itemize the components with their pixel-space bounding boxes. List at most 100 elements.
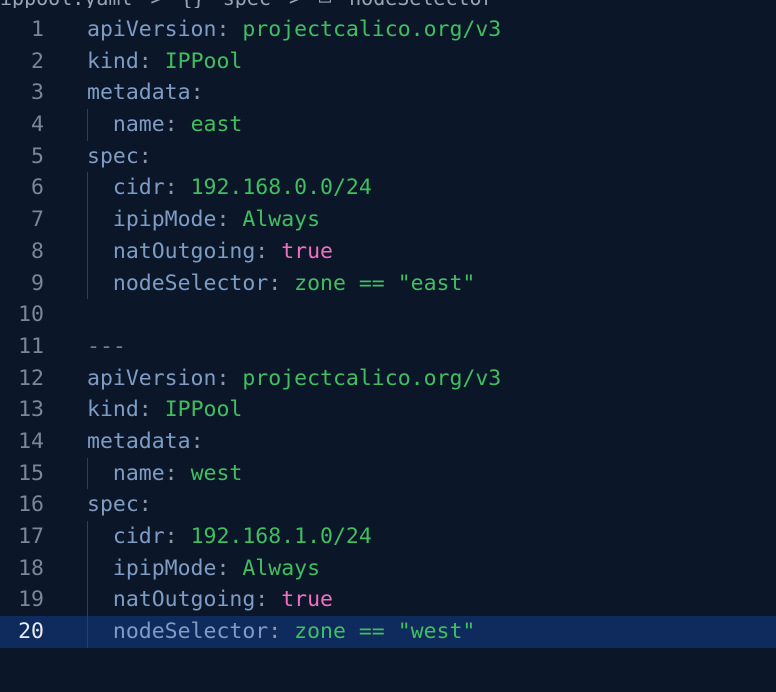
line-number: 11 — [18, 333, 44, 359]
code-line[interactable]: 3 metadata: — [0, 77, 776, 109]
code-content: ipipMode: Always — [87, 204, 320, 236]
yaml-value: true — [281, 238, 333, 264]
yaml-value: IPPool — [164, 397, 243, 423]
code-editor[interactable]: ippool.yaml > {} spec > ▭ nodeSelector 1… — [0, 0, 776, 692]
braces-icon: {} — [181, 0, 205, 8]
yaml-key: apiVersion — [87, 17, 217, 42]
indentation — [87, 112, 113, 137]
code-content: cidr: 192.168.0.0/24 — [87, 172, 372, 204]
code-content: kind: IPPool — [87, 394, 242, 426]
yaml-value: Always — [242, 555, 321, 581]
indentation — [87, 619, 113, 644]
yaml-value: Always — [242, 207, 321, 233]
yaml-colon: : — [164, 460, 178, 486]
yaml-colon: : — [216, 555, 230, 581]
code-content: cidr: 192.168.1.0/24 — [87, 521, 372, 553]
code-line[interactable]: 4 name: east — [0, 109, 776, 141]
breadcrumb-separator: > — [289, 0, 301, 8]
line-number: 17 — [18, 524, 44, 549]
yaml-key: name — [112, 112, 165, 138]
yaml-colon: : — [164, 175, 178, 201]
code-line[interactable]: 15 name: west — [0, 457, 776, 490]
breadcrumb-file[interactable]: ippool.yaml — [0, 0, 132, 8]
yaml-colon: : — [138, 492, 152, 518]
yaml-colon: : — [164, 112, 178, 138]
code-line[interactable]: 10 — [0, 299, 776, 331]
code-line[interactable]: 9 nodeSelector: zone == "east" — [0, 267, 776, 300]
code-content: nodeSelector: zone == "west" — [87, 616, 475, 648]
code-line[interactable]: 13 kind: IPPool — [0, 394, 776, 426]
code-line[interactable]: 20 nodeSelector: zone == "west" — [0, 616, 776, 648]
line-number: 14 — [18, 428, 44, 454]
line-number: 4 — [31, 112, 44, 138]
line-number: 16 — [18, 492, 44, 518]
line-number: 12 — [18, 365, 44, 391]
line-number: 18 — [18, 555, 44, 581]
code-content: nodeSelector: zone == "east" — [87, 268, 475, 300]
code-line[interactable]: 12 apiVersion: projectcalico.org/v3 — [0, 363, 776, 395]
yaml-value: 192.168.1.0/24 — [190, 524, 372, 549]
code-content: name: west — [87, 458, 242, 490]
yaml-key: apiVersion — [87, 365, 217, 391]
code-line[interactable]: 16 spec: — [0, 489, 776, 521]
line-number: 10 — [18, 302, 44, 328]
code-line[interactable]: 7 ipipMode: Always — [0, 204, 776, 236]
code-content: --- — [87, 331, 126, 363]
indentation — [87, 587, 113, 612]
code-content: natOutgoing: true — [87, 236, 333, 268]
yaml-key: natOutgoing — [112, 587, 256, 613]
yaml-key: kind — [87, 48, 139, 74]
code-line[interactable]: 1 apiVersion: projectcalico.org/v3 — [0, 14, 776, 46]
yaml-key: spec — [87, 143, 139, 169]
code-content: spec: — [87, 489, 165, 521]
yaml-key: ipipMode — [112, 207, 217, 233]
yaml-key: metadata — [87, 428, 191, 454]
code-line[interactable]: 19 natOutgoing: true — [0, 584, 776, 617]
code-line[interactable]: 2 kind: IPPool — [0, 46, 776, 78]
code-line[interactable]: 18 ipipMode: Always — [0, 552, 776, 585]
code-line[interactable]: 11 --- — [0, 331, 776, 363]
line-number: 1 — [31, 17, 44, 42]
yaml-value: 192.168.0.0/24 — [190, 175, 372, 201]
yaml-value: IPPool — [164, 48, 243, 74]
yaml-colon: : — [216, 17, 230, 42]
breadcrumb-node-selector[interactable]: nodeSelector — [349, 0, 494, 8]
yaml-colon: : — [268, 619, 282, 645]
yaml-colon: : — [138, 143, 152, 169]
line-number: 6 — [31, 175, 44, 201]
yaml-key: ipipMode — [112, 555, 217, 581]
indentation — [87, 271, 113, 296]
code-line[interactable]: 5 spec: — [0, 141, 776, 173]
code-line[interactable]: 14 metadata: — [0, 426, 776, 458]
yaml-colon: : — [268, 270, 282, 296]
yaml-value: zone == "east" — [294, 270, 476, 296]
indentation — [87, 524, 113, 549]
breadcrumb: ippool.yaml > {} spec > ▭ nodeSelector — [0, 0, 776, 8]
yaml-key: nodeSelector — [112, 619, 269, 645]
yaml-key: nodeSelector — [112, 270, 269, 296]
breadcrumb-spec[interactable]: spec — [223, 0, 271, 8]
line-number: 3 — [31, 80, 44, 106]
yaml-key: cidr — [112, 175, 165, 201]
yaml-colon: : — [190, 428, 204, 454]
indentation — [87, 556, 113, 581]
code-line[interactable]: 6 cidr: 192.168.0.0/24 — [0, 172, 776, 205]
line-number: 9 — [31, 270, 44, 296]
indentation — [87, 461, 113, 486]
code-line[interactable]: 8 natOutgoing: true — [0, 235, 776, 268]
yaml-value: west — [190, 460, 243, 486]
line-number: 13 — [18, 397, 44, 423]
yaml-colon: : — [138, 397, 152, 423]
indentation — [87, 207, 113, 232]
yaml-colon: : — [190, 80, 204, 106]
yaml-colon: : — [255, 587, 269, 613]
line-number: 15 — [18, 460, 44, 486]
yaml-key: cidr — [112, 524, 165, 549]
code-content: apiVersion: projectcalico.org/v3 — [87, 14, 501, 46]
yaml-value: east — [190, 112, 243, 138]
yaml-value: projectcalico.org/v3 — [242, 365, 502, 391]
code-line[interactable]: 17 cidr: 192.168.1.0/24 — [0, 521, 776, 553]
yaml-colon: : — [138, 48, 152, 74]
line-number: 7 — [31, 207, 44, 233]
yaml-value: true — [281, 587, 333, 613]
